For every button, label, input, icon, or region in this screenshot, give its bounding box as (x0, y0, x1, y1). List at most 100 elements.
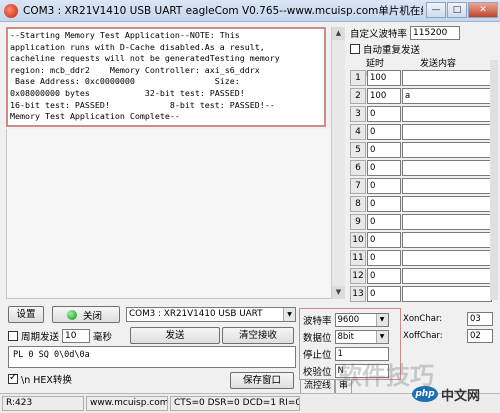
row-delay-input[interactable]: 0 (367, 196, 401, 212)
baud-row: 波特率 9600 ▼ (303, 312, 389, 327)
multi-send-row: 80 (350, 195, 496, 213)
send-button[interactable]: 发送 (130, 327, 220, 344)
row-send-button[interactable]: 3 (350, 106, 366, 122)
row-send-button[interactable]: 10 (350, 232, 366, 248)
data-bits-row: 数据位 8bit ▼ (303, 329, 389, 344)
xon-input[interactable]: 03 (467, 311, 493, 326)
row-delay-input[interactable]: 0 (367, 268, 401, 284)
status-site-link[interactable]: www.mcuisp.com (86, 396, 168, 411)
row-send-button[interactable]: 1 (350, 70, 366, 86)
custom-baud-label: 自定义波特率 (350, 29, 408, 40)
row-content-input[interactable] (402, 178, 492, 194)
clear-receive-button[interactable]: 清空接收 (222, 327, 294, 344)
parity-label: 校验位 (303, 366, 332, 378)
multi-send-row: 2 100 a (350, 87, 496, 105)
app-icon (4, 3, 18, 18)
scroll-down-icon[interactable]: ▼ (332, 286, 345, 299)
row-send-button[interactable]: 9 (350, 214, 366, 230)
multi-send-row: 50 (350, 141, 496, 159)
chevron-down-icon[interactable]: ▼ (375, 330, 388, 343)
close-port-button[interactable]: 关闭 (52, 306, 120, 323)
row-content-input[interactable] (402, 124, 492, 140)
row-send-button[interactable]: 13 (350, 286, 366, 302)
row-content-input[interactable] (402, 142, 492, 158)
baud-label: 波特率 (303, 315, 332, 327)
close-window-button[interactable]: ✕ (468, 2, 498, 18)
multi-send-row: 10 0 (350, 231, 496, 249)
row-content-input[interactable] (402, 250, 492, 266)
delay-header: 延时 ms (366, 59, 385, 79)
row-delay-input[interactable]: 100 (367, 70, 401, 86)
data-bits-select[interactable]: 8bit ▼ (334, 329, 389, 344)
row-delay-input[interactable]: 0 (367, 160, 401, 176)
row-content-input[interactable] (402, 232, 492, 248)
multi-send-header: 延时 ms 发送内容 (350, 56, 496, 79)
row-content-input[interactable]: a (402, 88, 492, 104)
hex-label: \n HEX转换 (21, 375, 72, 386)
window-controls: — □ ✕ (425, 2, 498, 18)
row-content-input[interactable] (402, 268, 492, 284)
row-send-button[interactable]: 11 (350, 250, 366, 266)
row-delay-input[interactable]: 100 (367, 88, 401, 104)
send-input[interactable]: PL 0 SQ 0\0d\0a (8, 346, 296, 368)
custom-baud-input[interactable]: 115200 (410, 26, 461, 40)
save-window-button[interactable]: 保存窗口 (230, 372, 294, 389)
receive-line: cacheline requests will not be generated… (10, 53, 280, 64)
row-send-button[interactable]: 5 (350, 142, 366, 158)
auto-repeat-row[interactable]: 自动重复发送 (350, 42, 496, 56)
row-content-input[interactable] (402, 106, 492, 122)
period-send-row: 周期发送 10 毫秒 (8, 328, 112, 343)
row-delay-input[interactable]: 0 (367, 214, 401, 230)
hex-row: \n HEX转换 (8, 372, 72, 386)
row-send-button[interactable]: 2 (350, 88, 366, 104)
maximize-button[interactable]: □ (447, 2, 467, 18)
receive-line: Memory Test Application Complete-- (10, 111, 180, 122)
multi-send-row: 11 0 (350, 249, 496, 267)
receive-scrollbar[interactable]: ▲ ▼ (331, 27, 345, 299)
row-delay-input[interactable]: 0 (367, 178, 401, 194)
row-content-input[interactable] (402, 286, 492, 302)
row-send-button[interactable]: 4 (350, 124, 366, 140)
row-send-button[interactable]: 6 (350, 160, 366, 176)
row-delay-input[interactable]: 0 (367, 250, 401, 266)
php-logo-icon: php (412, 386, 438, 402)
row-content-input[interactable] (402, 160, 492, 176)
multi-send-scrollbar[interactable] (490, 60, 498, 300)
row-delay-input[interactable]: 0 (367, 286, 401, 302)
close-port-label: 关闭 (83, 310, 103, 322)
data-bits-value: 8bit (337, 331, 355, 342)
row-delay-input[interactable]: 0 (367, 142, 401, 158)
row-delay-input[interactable]: 0 (367, 124, 401, 140)
port-select-value: COM3 : XR21V1410 USB UART (129, 309, 263, 319)
row-delay-input[interactable]: 0 (367, 232, 401, 248)
tab-flow-control[interactable]: 流控线 (300, 379, 336, 393)
row-send-button[interactable]: 8 (350, 196, 366, 212)
hex-checkbox[interactable] (8, 372, 18, 384)
auto-repeat-checkbox[interactable] (350, 43, 360, 54)
baud-select[interactable]: 9600 ▼ (334, 312, 389, 327)
row-delay-input[interactable]: 0 (367, 106, 401, 122)
settings-button[interactable]: 设置 (8, 306, 44, 323)
receive-text-area[interactable]: --Starting Memory Test Application--NOTE… (6, 27, 326, 127)
chevron-down-icon[interactable]: ▼ (283, 308, 295, 321)
multi-send-row: 13 0 (350, 285, 496, 303)
receive-line: 0x08000000 bytes 32-bit test: PASSED! (10, 87, 245, 98)
multi-send-row: 70 (350, 177, 496, 195)
period-send-checkbox[interactable] (8, 330, 18, 341)
title-bar: COM3 : XR21V1410 USB UART eagleCom V0.76… (0, 0, 500, 22)
row-send-button[interactable]: 7 (350, 178, 366, 194)
status-rx-count: R:423 (2, 396, 84, 411)
xoff-input[interactable]: 02 (467, 328, 493, 343)
port-select[interactable]: COM3 : XR21V1410 USB UART ▼ (126, 307, 296, 322)
minimize-button[interactable]: — (426, 2, 446, 18)
row-content-input[interactable] (402, 196, 492, 212)
row-content-input[interactable] (402, 70, 492, 86)
row-content-input[interactable] (402, 214, 492, 230)
period-input[interactable]: 10 (62, 328, 91, 343)
chevron-down-icon[interactable]: ▼ (375, 313, 388, 326)
multi-send-row: 90 (350, 213, 496, 231)
content-header: 发送内容 (419, 59, 456, 69)
row-send-button[interactable]: 12 (350, 268, 366, 284)
scroll-up-icon[interactable]: ▲ (332, 27, 345, 40)
multi-send-grid: 1 100 2 100 a 3 0 4 0 5 0 6 0 7 0 8 0 9 0 10 0 11 0 12 0 13 0 (350, 69, 496, 303)
